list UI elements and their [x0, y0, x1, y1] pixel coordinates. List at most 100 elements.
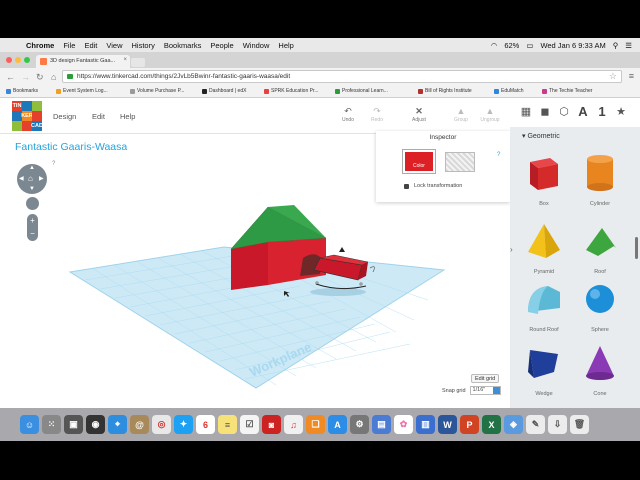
battery-percent[interactable]: 62% — [504, 41, 519, 50]
close-tab-icon[interactable]: × — [123, 57, 127, 63]
hole-swatch-button[interactable] — [445, 152, 475, 172]
bookmark-item[interactable]: Volume Purchase P... — [130, 88, 184, 94]
undo-button[interactable]: ↶ Undo — [336, 106, 360, 123]
powerpoint-icon[interactable]: P — [460, 415, 479, 434]
house-front-face[interactable] — [231, 242, 268, 290]
bookmark-item[interactable]: Event System Log... — [56, 88, 108, 94]
bookmark-item[interactable]: Bill of Rights Institute — [418, 88, 472, 94]
mission-control-icon[interactable]: ▣ — [64, 415, 83, 434]
shape-round-roof[interactable]: Round Roof — [524, 278, 564, 333]
snap-grid-select[interactable]: 1/16" — [469, 386, 501, 395]
forward-icon[interactable]: → — [21, 72, 30, 82]
notes-icon[interactable]: ≡ — [218, 415, 237, 434]
notification-center-icon[interactable]: ☰ — [625, 41, 632, 50]
zoom-control[interactable]: + − — [27, 214, 38, 241]
menu-bookmarks[interactable]: Bookmarks — [164, 41, 202, 50]
design-menu[interactable]: Design — [53, 112, 76, 121]
zoom-window-button[interactable] — [24, 57, 30, 63]
shape-roof[interactable]: Roof — [580, 220, 620, 275]
help-menu[interactable]: Help — [120, 112, 135, 121]
favorites-star-icon[interactable]: ★ — [615, 106, 627, 118]
bookmark-item[interactable]: SPRK Education Pr... — [264, 88, 319, 94]
menu-history[interactable]: History — [132, 41, 155, 50]
color-swatch-button[interactable]: Color — [402, 149, 436, 174]
shape-pyramid[interactable]: Pyramid — [524, 220, 564, 275]
url-bar[interactable]: https://www.tinkercad.com/things/2JvLb5B… — [62, 70, 622, 83]
back-icon[interactable]: ← — [6, 72, 15, 82]
adjust-button[interactable]: ✕ Adjust — [407, 106, 431, 123]
reminders-icon[interactable]: ☑ — [240, 415, 259, 434]
minimize-window-button[interactable] — [15, 57, 21, 63]
twitter-icon[interactable]: ✦ — [174, 415, 193, 434]
fit-view-button[interactable] — [26, 197, 39, 210]
shape-box[interactable]: Box — [524, 152, 564, 207]
photo-booth-icon[interactable]: ◙ — [262, 415, 281, 434]
view-navigation-control[interactable]: ▲ ▼ ◀ ▶ ⌂ — [17, 164, 47, 194]
chrome-menu-icon[interactable]: ≡ — [629, 71, 634, 81]
menu-view[interactable]: View — [106, 41, 122, 50]
lock-transformation-toggle[interactable]: Lock transformation — [404, 183, 462, 189]
home-icon[interactable]: ⌂ — [51, 72, 60, 82]
number-tool-icon[interactable]: 1 — [596, 105, 608, 118]
reload-icon[interactable]: ↻ — [36, 72, 45, 83]
shape-cylinder[interactable]: Cylinder — [580, 152, 620, 207]
help-hint[interactable]: ? — [52, 161, 55, 167]
inspector-help-icon[interactable]: ? — [497, 152, 500, 158]
design-title[interactable]: Fantastic Gaaris-Waasa — [15, 141, 127, 153]
zoom-in-icon[interactable]: + — [27, 214, 38, 227]
preview-icon[interactable]: ▤ — [372, 415, 391, 434]
menu-window[interactable]: Window — [243, 41, 270, 50]
menu-people[interactable]: People — [210, 41, 233, 50]
solid-cube-icon[interactable]: ◼ — [539, 106, 551, 118]
app-store-icon[interactable]: A — [328, 415, 347, 434]
word-icon[interactable]: W — [438, 415, 457, 434]
home-view-icon[interactable]: ⌂ — [28, 174, 33, 183]
bookmark-star-icon[interactable]: ☆ — [609, 71, 617, 82]
launchpad-icon[interactable]: ⁙ — [42, 415, 61, 434]
bookmark-item[interactable]: EduMatch — [494, 88, 524, 94]
downloads-icon[interactable]: ⇩ — [548, 415, 567, 434]
shape-cone[interactable]: Cone — [580, 342, 620, 397]
bookmark-item[interactable]: Professional Learn... — [335, 88, 388, 94]
ungroup-button[interactable]: ▲ Ungroup — [478, 106, 502, 123]
ibooks-icon[interactable]: ❑ — [306, 415, 325, 434]
shape-sphere[interactable]: Sphere — [580, 278, 620, 333]
clock[interactable]: Wed Jan 6 9:33 AM — [540, 41, 605, 50]
panel-scrollbar[interactable] — [635, 237, 638, 259]
calendar-icon[interactable]: 6 — [196, 415, 215, 434]
edit-menu[interactable]: Edit — [92, 112, 105, 121]
keynote-icon[interactable]: ▥ — [416, 415, 435, 434]
menu-help[interactable]: Help — [278, 41, 293, 50]
finder-icon[interactable]: ☺ — [20, 415, 39, 434]
maps-icon[interactable]: ◈ — [504, 415, 523, 434]
trash-icon[interactable]: 🗑 — [570, 415, 589, 434]
dashboard-icon[interactable]: ◉ — [86, 415, 105, 434]
shape-wedge[interactable]: Wedge — [524, 342, 564, 397]
redo-button[interactable]: ↷ Redo — [365, 106, 389, 123]
menu-file[interactable]: File — [63, 41, 75, 50]
collapse-panel-icon[interactable]: › — [510, 245, 517, 265]
edit-grid-button[interactable]: Edit grid — [471, 374, 500, 383]
new-tab-button[interactable] — [131, 58, 145, 67]
browser-tab[interactable]: 3D design Fantastic Gaa... × — [36, 55, 130, 68]
wifi-icon[interactable]: ◠ — [491, 41, 498, 50]
excel-icon[interactable]: X — [482, 415, 501, 434]
wire-cube-icon[interactable]: ⬡ — [558, 106, 570, 118]
zoom-out-icon[interactable]: − — [27, 227, 38, 240]
contacts-icon[interactable]: @ — [130, 415, 149, 434]
safari-icon[interactable]: ⌖ — [108, 415, 127, 434]
menu-edit[interactable]: Edit — [84, 41, 97, 50]
bookmark-item[interactable]: Dashboard | edX — [202, 88, 246, 94]
shapes-category-header[interactable]: ▾ Geometric — [522, 132, 560, 140]
system-preferences-icon[interactable]: ⚙ — [350, 415, 369, 434]
bookmark-item[interactable]: The Techie Teacher — [542, 88, 592, 94]
chrome-icon[interactable]: ◎ — [152, 415, 171, 434]
text-tool-icon[interactable]: A — [577, 105, 589, 118]
photos-icon[interactable]: ✿ — [394, 415, 413, 434]
close-window-button[interactable] — [6, 57, 12, 63]
itunes-icon[interactable]: ♫ — [284, 415, 303, 434]
textedit-icon[interactable]: ✎ — [526, 415, 545, 434]
menu-app-name[interactable]: Chrome — [26, 41, 54, 50]
bookmark-item[interactable]: Bookmarks — [6, 88, 38, 94]
group-button[interactable]: ▲ Group — [449, 106, 473, 123]
